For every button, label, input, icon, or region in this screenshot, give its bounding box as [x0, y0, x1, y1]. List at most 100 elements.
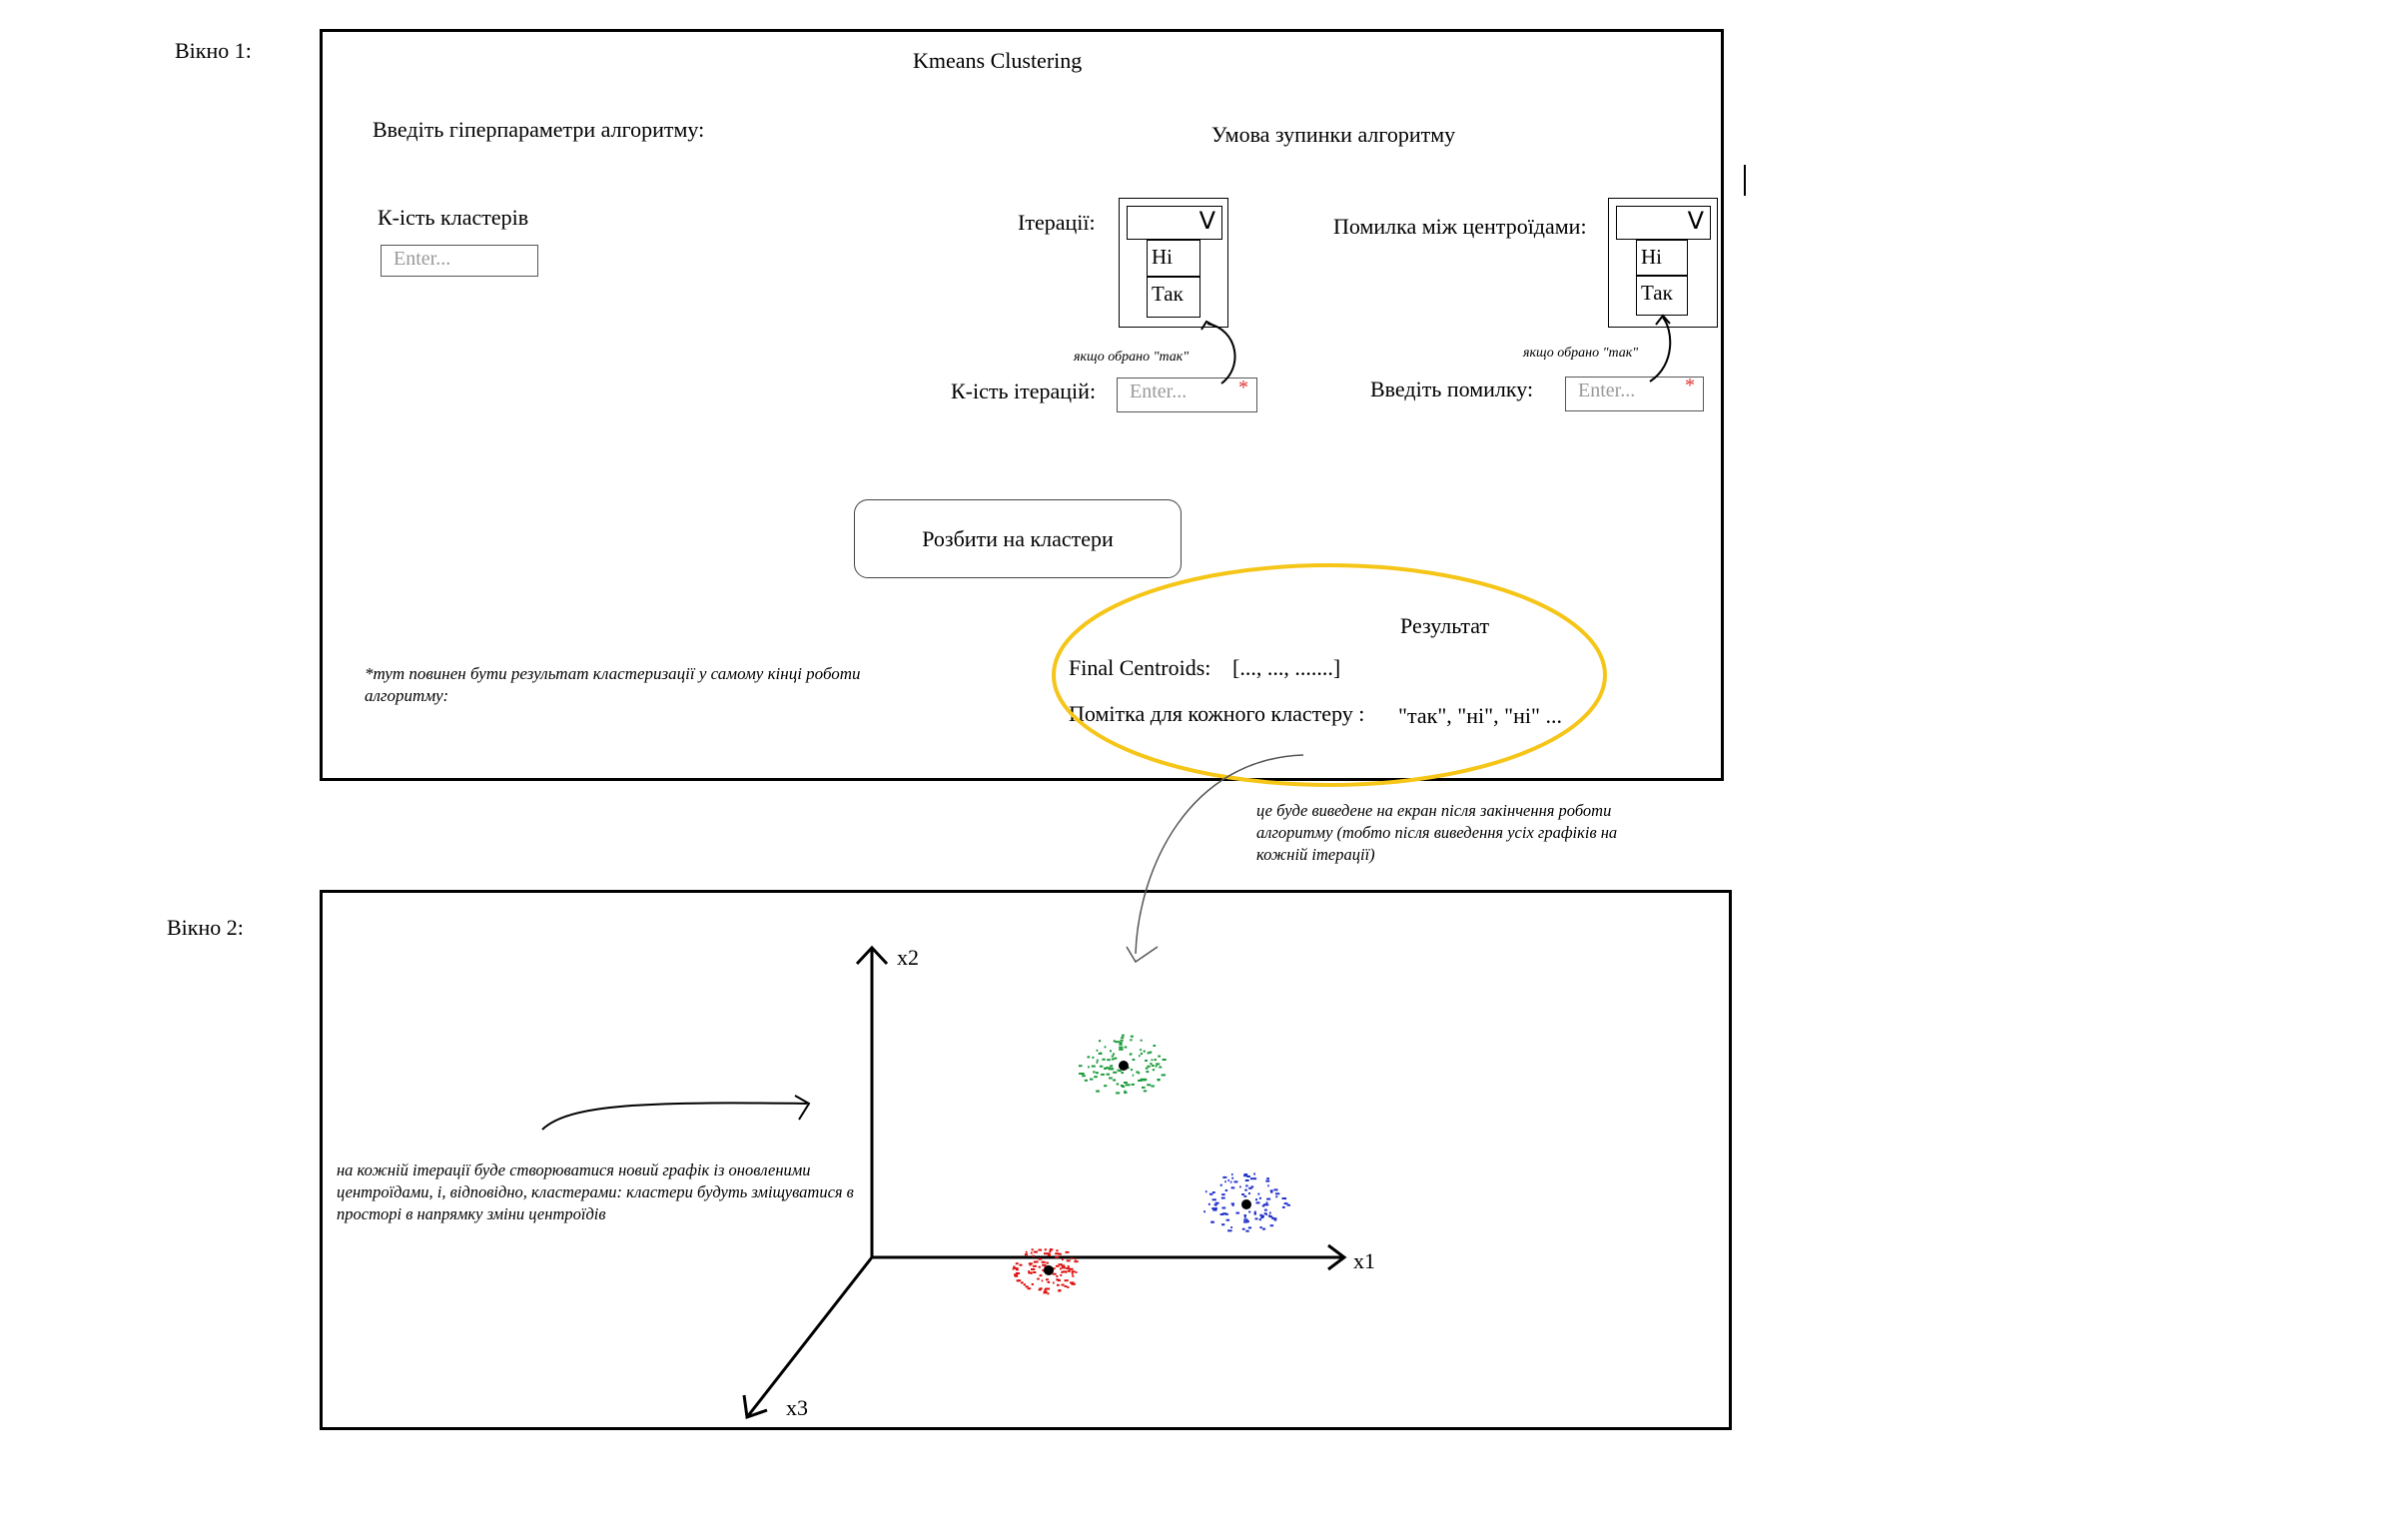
- green-cluster-point: [1087, 1056, 1091, 1059]
- green-cluster-point: [1111, 1055, 1114, 1058]
- green-cluster-point: [1147, 1065, 1151, 1068]
- blue-cluster-point: [1253, 1212, 1256, 1215]
- blue-cluster-point: [1211, 1191, 1215, 1193]
- red-cluster-point: [1071, 1282, 1076, 1285]
- cluster-points: [1012, 1034, 1290, 1295]
- blue-cluster-point: [1203, 1210, 1205, 1213]
- green-cluster-point: [1082, 1075, 1086, 1078]
- green-cluster-point: [1138, 1072, 1141, 1075]
- green-cluster-point: [1124, 1046, 1128, 1049]
- red-cluster-point: [1065, 1270, 1068, 1273]
- green-cluster-point: [1119, 1042, 1123, 1045]
- green-cluster-point: [1088, 1066, 1090, 1069]
- blue-cluster-point: [1230, 1226, 1232, 1228]
- red-cluster-point: [1067, 1265, 1070, 1268]
- blue-cluster-point: [1255, 1201, 1260, 1204]
- blue-cluster-point: [1247, 1226, 1252, 1229]
- green-cluster-point: [1122, 1034, 1125, 1037]
- blue-cluster-point: [1258, 1218, 1261, 1221]
- green-cluster-point: [1104, 1046, 1107, 1049]
- red-cluster-point: [1060, 1273, 1063, 1276]
- green-cluster-point: [1152, 1069, 1156, 1072]
- blue-cluster-point: [1211, 1198, 1216, 1201]
- red-cluster-point: [1029, 1263, 1032, 1266]
- centroid-error-curve-arrow: [1649, 317, 1672, 383]
- red-cluster-point: [1028, 1270, 1030, 1272]
- blue-cluster-point: [1231, 1176, 1234, 1179]
- red-cluster-point: [1060, 1267, 1062, 1270]
- red-cluster-point: [1064, 1285, 1068, 1287]
- red-cluster-point: [1065, 1250, 1070, 1253]
- green-cluster-point: [1110, 1050, 1112, 1053]
- blue-cluster-point: [1220, 1196, 1225, 1199]
- red-cluster-point: [1058, 1289, 1062, 1292]
- green-cluster-point: [1151, 1059, 1154, 1062]
- red-cluster-point: [1067, 1285, 1070, 1288]
- red-cluster-point: [1071, 1257, 1073, 1260]
- green-cluster-point: [1079, 1073, 1084, 1075]
- arrowhead: [1126, 946, 1159, 964]
- green-cluster-point: [1146, 1071, 1150, 1074]
- blue-cluster-point: [1268, 1215, 1271, 1218]
- green-cluster-point: [1156, 1063, 1159, 1066]
- green-cluster-point: [1121, 1072, 1124, 1075]
- blue-cluster-point: [1265, 1213, 1267, 1215]
- green-cluster-point: [1117, 1069, 1120, 1072]
- green-cluster-point: [1162, 1059, 1167, 1061]
- iteration-note-arrow: [541, 1102, 808, 1131]
- green-cluster-point: [1143, 1050, 1146, 1053]
- green-cluster-point: [1102, 1058, 1106, 1061]
- blue-cluster-point: [1246, 1175, 1250, 1177]
- blue-cluster-point: [1283, 1197, 1287, 1200]
- green-cluster-point: [1140, 1039, 1143, 1042]
- blue-cluster-point: [1204, 1190, 1207, 1193]
- arrowhead: [794, 1095, 811, 1121]
- red-cluster-point: [1013, 1265, 1016, 1268]
- blue-cluster-point: [1241, 1227, 1245, 1230]
- green-cluster-point: [1109, 1068, 1115, 1071]
- green-cluster-point: [1150, 1063, 1153, 1066]
- red-cluster-point: [1058, 1263, 1063, 1266]
- green-cluster-point: [1113, 1071, 1118, 1074]
- blue-cluster-point: [1264, 1203, 1269, 1206]
- red-cluster-point: [1047, 1292, 1050, 1295]
- blue-cluster-point: [1265, 1201, 1268, 1204]
- green-cluster-point: [1153, 1045, 1157, 1047]
- green-cluster-point: [1119, 1048, 1124, 1051]
- green-cluster-point: [1100, 1052, 1102, 1055]
- red-cluster-point: [1045, 1287, 1051, 1290]
- blue-cluster-point: [1263, 1208, 1267, 1211]
- blue-cluster-point: [1286, 1203, 1290, 1206]
- red-cluster-point: [1041, 1260, 1046, 1263]
- green-cluster-point: [1161, 1074, 1166, 1077]
- blue-cluster-point: [1241, 1193, 1244, 1195]
- red-cluster-point: [1031, 1248, 1034, 1251]
- red-cluster-point: [1058, 1252, 1062, 1255]
- blue-cluster-point: [1224, 1212, 1228, 1215]
- red-cluster-point: [1050, 1248, 1053, 1251]
- blue-cluster-point: [1269, 1224, 1274, 1227]
- green-cluster-point: [1155, 1065, 1158, 1068]
- blue-cluster-centroid: [1241, 1199, 1251, 1209]
- green-cluster-point: [1119, 1046, 1124, 1049]
- red-cluster-point: [1056, 1249, 1059, 1252]
- blue-cluster-point: [1254, 1217, 1258, 1220]
- red-cluster-point: [1033, 1271, 1037, 1273]
- green-cluster-point: [1091, 1065, 1096, 1068]
- green-cluster-point: [1084, 1079, 1088, 1082]
- blue-cluster-point: [1275, 1195, 1278, 1198]
- iterations-curve-arrow: [1206, 323, 1236, 385]
- red-cluster-point: [1046, 1278, 1049, 1281]
- blue-cluster-point: [1227, 1229, 1232, 1232]
- blue-cluster-point: [1248, 1192, 1250, 1194]
- red-cluster-point: [1031, 1283, 1034, 1285]
- red-cluster-point: [1034, 1260, 1039, 1263]
- red-cluster-point: [1068, 1267, 1071, 1270]
- green-cluster-point: [1095, 1072, 1099, 1075]
- blue-cluster-point: [1235, 1211, 1239, 1214]
- blue-cluster-point: [1269, 1189, 1273, 1192]
- green-cluster-point: [1114, 1057, 1118, 1060]
- green-cluster-point: [1125, 1091, 1128, 1094]
- green-cluster-point: [1131, 1083, 1135, 1086]
- blue-cluster-point: [1255, 1198, 1258, 1201]
